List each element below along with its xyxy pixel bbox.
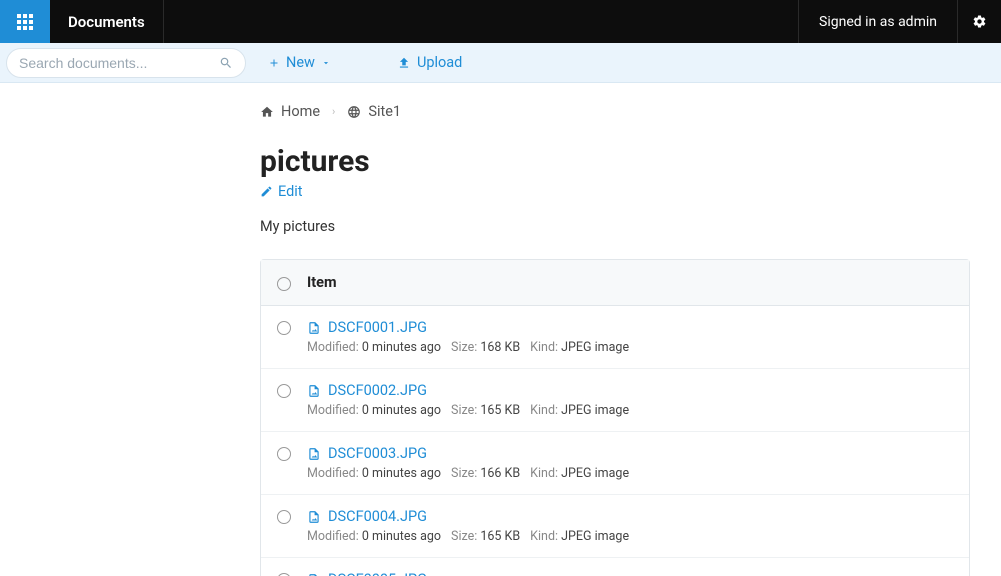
edit-button[interactable]: Edit (260, 183, 303, 200)
brand-label[interactable]: Documents (50, 0, 164, 43)
grid-icon (17, 14, 33, 30)
select-all-checkbox[interactable] (277, 277, 291, 291)
file-link[interactable]: DSCF0002.JPG (307, 382, 953, 399)
breadcrumb-site-label: Site1 (368, 103, 401, 120)
page-description: My pictures (260, 218, 970, 235)
content-inner: Home › Site1 pictures Edit My pictures I… (0, 83, 1000, 576)
content-scroll[interactable]: Home › Site1 pictures Edit My pictures I… (0, 83, 1001, 576)
search-container (6, 48, 246, 78)
file-name: DSCF0004.JPG (328, 508, 427, 525)
search-input[interactable] (19, 55, 219, 71)
upload-icon (397, 56, 411, 70)
list-row: DSCF0003.JPG Modified: 0 minutes agoSize:… (261, 432, 969, 495)
file-meta: Modified: 0 minutes agoSize: 166 KBKind:… (307, 466, 953, 481)
row-body: DSCF0003.JPG Modified: 0 minutes agoSize:… (307, 445, 953, 481)
file-name: DSCF0003.JPG (328, 445, 427, 462)
plus-icon (268, 57, 280, 69)
breadcrumb-home-label: Home (281, 103, 320, 120)
globe-icon (347, 105, 361, 119)
file-link[interactable]: DSCF0004.JPG (307, 508, 953, 525)
file-name: DSCF0002.JPG (328, 382, 427, 399)
file-link[interactable]: DSCF0001.JPG (307, 319, 953, 336)
file-name: DSCF0001.JPG (328, 319, 427, 336)
file-name: DSCF0005.JPG (328, 571, 427, 576)
row-checkbox[interactable] (277, 510, 291, 524)
row-body: DSCF0004.JPG Modified: 0 minutes agoSize:… (307, 508, 953, 544)
list-row: DSCF0004.JPG Modified: 0 minutes agoSize:… (261, 495, 969, 558)
row-checkbox[interactable] (277, 321, 291, 335)
new-button[interactable]: New (268, 54, 337, 71)
list-row: DSCF0001.JPG Modified: 0 minutes agoSize:… (261, 306, 969, 369)
file-meta: Modified: 0 minutes agoSize: 165 KBKind:… (307, 403, 953, 418)
file-image-icon (307, 447, 321, 461)
app-menu-button[interactable] (0, 0, 50, 43)
toolbar: New Upload (0, 43, 1001, 83)
search-icon (219, 56, 233, 70)
breadcrumb-separator: › (332, 105, 335, 118)
file-image-icon (307, 573, 321, 576)
row-checkbox[interactable] (277, 447, 291, 461)
listing-table: Item DSCF0001.JPG Modified: 0 minutes ago… (260, 259, 970, 576)
file-link[interactable]: DSCF0003.JPG (307, 445, 953, 462)
page-title: pictures (260, 144, 970, 179)
settings-button[interactable] (957, 0, 1001, 43)
breadcrumb-home[interactable]: Home (260, 103, 320, 120)
listing-header-label: Item (307, 274, 337, 291)
list-row: DSCF0002.JPG Modified: 0 minutes agoSize:… (261, 369, 969, 432)
topbar: Documents Signed in as admin (0, 0, 1001, 43)
caret-down-icon (321, 58, 331, 68)
file-link[interactable]: DSCF0005.JPG (307, 571, 953, 576)
file-image-icon (307, 321, 321, 335)
row-body: DSCF0005.JPGModified: 0 minutes agoSize:… (307, 571, 953, 576)
file-image-icon (307, 384, 321, 398)
file-meta: Modified: 0 minutes agoSize: 168 KBKind:… (307, 340, 953, 355)
list-row: DSCF0005.JPGModified: 0 minutes agoSize:… (261, 558, 969, 576)
upload-label: Upload (417, 54, 462, 71)
home-icon (260, 105, 274, 119)
pencil-icon (260, 185, 273, 198)
topbar-spacer (164, 0, 798, 43)
breadcrumb: Home › Site1 (260, 103, 970, 120)
signed-in-label[interactable]: Signed in as admin (798, 0, 957, 43)
listing-header: Item (261, 260, 969, 306)
new-label: New (286, 54, 315, 71)
edit-label: Edit (278, 183, 303, 200)
row-body: DSCF0002.JPG Modified: 0 minutes agoSize:… (307, 382, 953, 418)
row-body: DSCF0001.JPG Modified: 0 minutes agoSize:… (307, 319, 953, 355)
gear-icon (972, 14, 987, 29)
upload-button[interactable]: Upload (397, 54, 462, 71)
row-checkbox[interactable] (277, 384, 291, 398)
file-meta: Modified: 0 minutes agoSize: 165 KBKind:… (307, 529, 953, 544)
file-image-icon (307, 510, 321, 524)
breadcrumb-site[interactable]: Site1 (347, 103, 401, 120)
